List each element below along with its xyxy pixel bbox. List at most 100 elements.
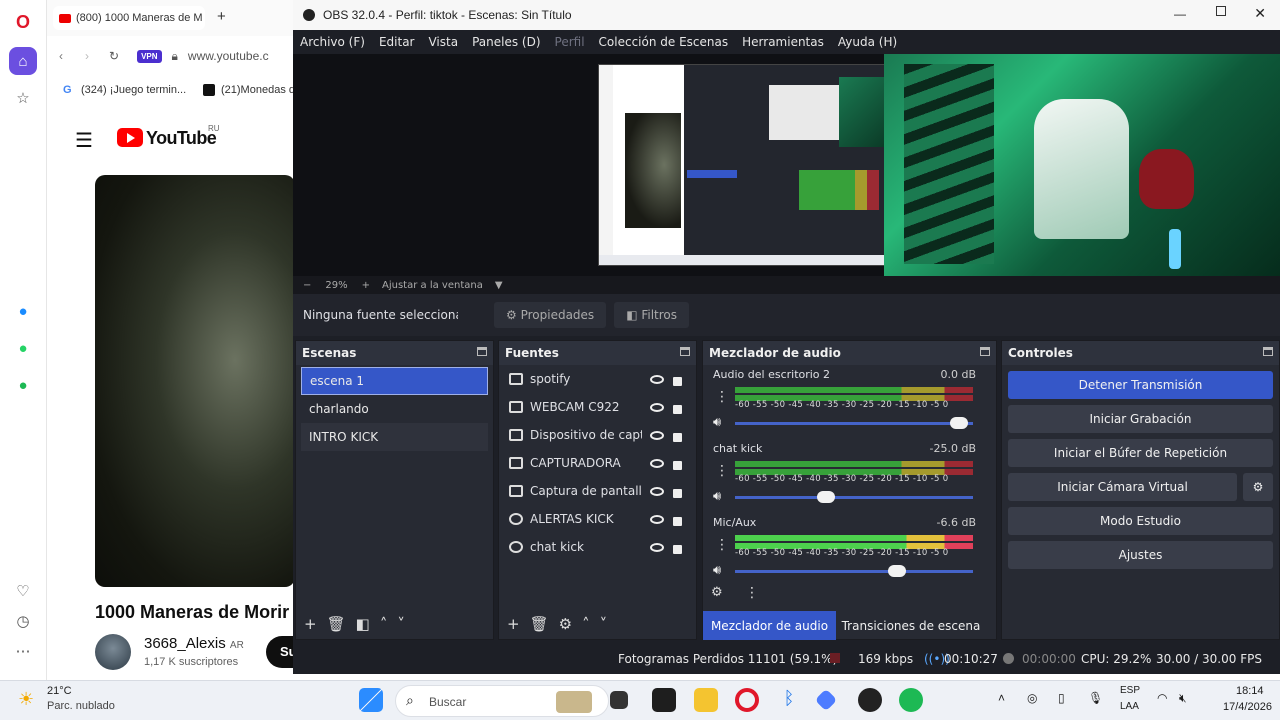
bluetooth-icon[interactable]: ᛒ [777, 688, 801, 712]
advanced-audio-icon[interactable]: ⚙ [711, 585, 723, 600]
lock-icon[interactable] [673, 488, 682, 498]
menu-ayuda[interactable]: Ayuda (H) [838, 35, 897, 49]
language-bottom[interactable]: LAA [1120, 701, 1139, 712]
source-item[interactable]: CAPTURADORA [499, 449, 696, 477]
vpn-badge[interactable]: VPN [137, 49, 162, 63]
browser-tab[interactable]: (800) 1000 Maneras de M [53, 6, 205, 30]
source-item[interactable]: chat kick [499, 533, 696, 561]
reload-icon[interactable]: ↻ [109, 49, 119, 63]
stop-stream-button[interactable]: Detener Transmisión [1008, 371, 1273, 399]
add-icon[interactable]: + [304, 615, 317, 633]
channel-name[interactable]: 3668_Alexis AR [144, 635, 244, 652]
lock-icon[interactable] [673, 516, 682, 526]
menu-paneles[interactable]: Paneles (D) [472, 35, 540, 49]
tab-scene-transitions[interactable]: Transiciones de escena [836, 611, 986, 640]
speaker-icon[interactable]: 🔊︎ [713, 415, 721, 430]
source-item[interactable]: WEBCAM C922 [499, 393, 696, 421]
scene-filters-icon[interactable]: ◧ [356, 615, 370, 633]
popout-icon[interactable] [680, 347, 690, 356]
obs-taskbar-icon[interactable] [858, 688, 882, 712]
tab-audio-mixer[interactable]: Mezclador de audio [703, 611, 836, 640]
trash-icon[interactable]: 🗑︎ [530, 615, 549, 633]
spotify-taskbar-icon[interactable] [899, 688, 923, 712]
lock-icon[interactable] [673, 404, 682, 414]
search-input[interactable]: ⌕ Buscar [395, 685, 609, 717]
bookmark-1[interactable]: (324) ¡Juego termin... [81, 84, 186, 96]
battery-icon[interactable]: ▯ [1058, 691, 1065, 705]
studio-mode-button[interactable]: Modo Estudio [1008, 507, 1273, 535]
history-icon[interactable]: ◷ [9, 607, 37, 635]
wifi-icon[interactable]: ◠ [1157, 691, 1167, 705]
speaker-icon[interactable]: 🔊︎ [713, 489, 721, 504]
chevron-down-icon[interactable]: ▼ [495, 280, 503, 291]
move-up-icon[interactable]: ˄ [380, 615, 388, 633]
video-player[interactable] [95, 175, 295, 587]
forward-icon[interactable]: › [85, 49, 89, 63]
chevron-up-icon[interactable]: ˄ [998, 691, 1005, 705]
settings-button[interactable]: Ajustes [1008, 541, 1273, 569]
menu-coleccion[interactable]: Colección de Escenas [599, 35, 729, 49]
messenger-icon[interactable]: ● [9, 297, 37, 325]
trash-icon[interactable]: 🗑︎ [327, 615, 346, 633]
lock-icon[interactable] [673, 460, 682, 470]
popout-icon[interactable] [980, 347, 990, 356]
heart-icon[interactable]: ♡ [9, 577, 37, 605]
kebab-icon[interactable]: ⋮ [745, 585, 759, 601]
replay-buffer-button[interactable]: Iniciar el Búfer de Repetición [1008, 439, 1273, 467]
eye-icon[interactable] [650, 402, 664, 412]
fit-window-select[interactable]: Ajustar a la ventana [382, 280, 483, 291]
slider-knob[interactable] [950, 417, 969, 429]
whatsapp-icon[interactable]: ● [9, 334, 37, 362]
minimize-icon[interactable]: — [1174, 7, 1186, 21]
volume-muted-icon[interactable]: 🔇︎ [1179, 691, 1187, 706]
youtube-logo-icon[interactable] [117, 128, 143, 147]
address-bar[interactable]: ‹ › ↻ VPN 🔒︎ www.youtube.c [47, 40, 297, 72]
clock-time[interactable]: 18:14 [1236, 685, 1264, 697]
hamburger-menu-icon[interactable]: ☰ [75, 128, 93, 153]
move-down-icon[interactable]: ˅ [397, 615, 405, 633]
preview-canvas[interactable] [293, 54, 1280, 276]
kebab-icon[interactable]: ⋮ [715, 537, 729, 553]
slider-knob[interactable] [888, 565, 907, 577]
filters-button[interactable]: ◧ Filtros [614, 302, 690, 328]
menu-perfil[interactable]: Perfil [555, 35, 585, 49]
clock-date[interactable]: 17/4/2026 [1223, 701, 1272, 713]
eye-icon[interactable] [650, 514, 664, 524]
kebab-icon[interactable]: ⋮ [715, 463, 729, 479]
virtual-camera-button[interactable]: Iniciar Cámara Virtual [1008, 473, 1237, 501]
eye-icon[interactable] [650, 486, 664, 496]
new-tab-icon[interactable]: + [217, 8, 226, 25]
move-down-icon[interactable]: ˅ [600, 615, 608, 633]
menu-editar[interactable]: Editar [379, 35, 415, 49]
eye-icon[interactable] [650, 374, 664, 384]
menu-archivo[interactable]: Archivo (F) [300, 35, 365, 49]
source-item[interactable]: Captura de pantalla [499, 477, 696, 505]
eye-icon[interactable] [650, 542, 664, 552]
zoom-in-button[interactable]: + [362, 280, 370, 291]
opera-logo-icon[interactable]: O [9, 8, 37, 36]
star-icon[interactable]: ☆ [9, 84, 37, 112]
start-recording-button[interactable]: Iniciar Grabación [1008, 405, 1273, 433]
menu-herramientas[interactable]: Herramientas [742, 35, 824, 49]
language-top[interactable]: ESP [1120, 685, 1140, 696]
popout-icon[interactable] [1263, 347, 1273, 356]
opera-icon[interactable] [735, 688, 759, 712]
game-app-icon[interactable] [652, 688, 676, 712]
lock-icon[interactable] [673, 432, 682, 442]
slider-knob[interactable] [816, 491, 835, 503]
eye-icon[interactable] [650, 430, 664, 440]
weather-icon[interactable]: ☀ [18, 689, 34, 710]
speaker-icon[interactable]: 🔊︎ [713, 563, 721, 578]
microphone-icon[interactable]: 🎙︎ [1088, 691, 1103, 705]
scene-item[interactable]: escena 1 [301, 367, 488, 395]
scene-item[interactable]: INTRO KICK [301, 423, 488, 451]
menu-vista[interactable]: Vista [428, 35, 458, 49]
properties-button[interactable]: ⚙ Propiedades [494, 302, 607, 328]
bookmark-2[interactable]: (21)Monedas d [221, 84, 295, 96]
popout-icon[interactable] [477, 347, 487, 356]
add-icon[interactable]: + [507, 615, 520, 633]
ai-app-icon[interactable] [814, 688, 838, 712]
source-item[interactable]: spotify [499, 365, 696, 393]
source-item[interactable]: ALERTAS KICK [499, 505, 696, 533]
spotify-icon[interactable]: ● [9, 371, 37, 399]
